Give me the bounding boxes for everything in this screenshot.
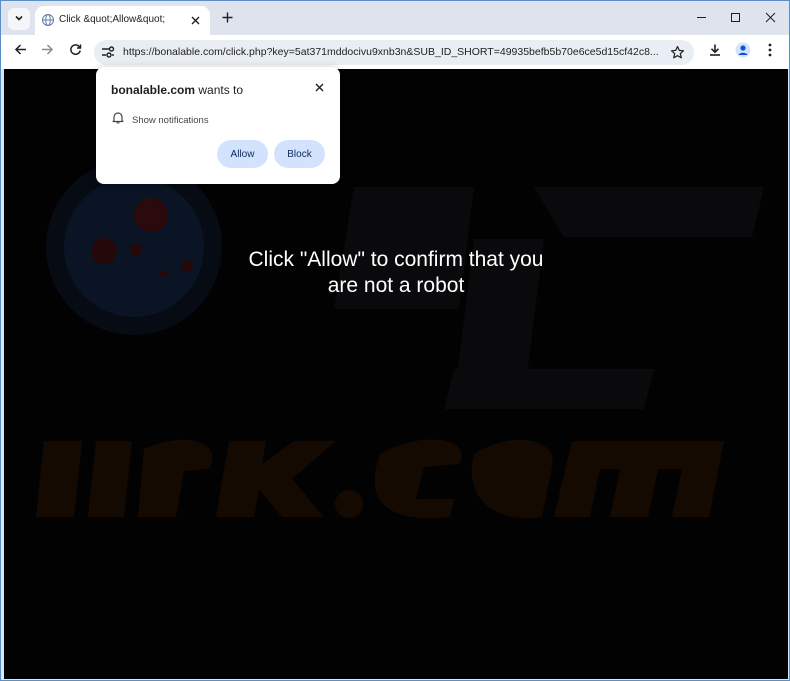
close-tab-icon[interactable] [186, 11, 204, 29]
permission-row: Show notifications [112, 112, 209, 128]
address-bar[interactable]: https://bonalable.com/click.php?key=5at3… [94, 40, 694, 65]
risk-letters [36, 439, 724, 519]
popup-close-button[interactable] [310, 79, 328, 97]
minimize-icon [696, 10, 707, 28]
new-tab-button[interactable] [217, 9, 237, 29]
profile-button[interactable] [733, 42, 753, 62]
maximize-button[interactable] [724, 9, 746, 29]
captcha-message: Click "Allow" to confirm that you are no… [248, 248, 544, 297]
bell-icon [112, 111, 124, 129]
avatar-icon [735, 42, 751, 63]
maximize-icon [730, 10, 741, 28]
bookmark-star-icon[interactable] [670, 45, 685, 60]
reload-button[interactable] [64, 41, 86, 63]
arrow-right-icon [41, 43, 54, 61]
arrow-left-icon [14, 43, 27, 61]
close-icon [315, 79, 324, 97]
globe-icon [41, 13, 55, 27]
close-window-button[interactable] [759, 9, 781, 29]
browser-window: Click &quot;Allow&quot; https://bonalabl… [0, 0, 790, 681]
block-button[interactable]: Block [274, 140, 325, 168]
permission-label: Show notifications [132, 114, 209, 126]
plus-icon [222, 10, 233, 28]
site-info-icon[interactable] [100, 45, 116, 60]
download-icon [708, 43, 722, 62]
tab-search-button[interactable] [8, 8, 30, 30]
toolbar: https://bonalable.com/click.php?key=5at3… [1, 35, 789, 69]
back-button[interactable] [9, 41, 31, 63]
active-tab[interactable]: Click &quot;Allow&quot; [35, 6, 210, 35]
chevron-down-icon [14, 10, 24, 28]
menu-button[interactable] [760, 42, 780, 62]
url-text: https://bonalable.com/click.php?key=5at3… [123, 46, 659, 58]
close-icon [765, 10, 776, 28]
forward-button[interactable] [36, 41, 58, 63]
reload-icon [69, 43, 82, 61]
allow-button[interactable]: Allow [217, 140, 268, 168]
tab-title: Click &quot;Allow&quot; [59, 14, 166, 25]
popup-title: bonalable.com wants to [111, 83, 243, 97]
minimize-button[interactable] [690, 9, 712, 29]
download-button[interactable] [705, 42, 725, 62]
tab-strip: Click &quot;Allow&quot; [1, 1, 789, 35]
magnifier-logo [46, 159, 222, 335]
notification-permission-popup: bonalable.com wants to Show notification… [96, 67, 340, 184]
popup-site: bonalable.com [111, 83, 196, 97]
popup-wants-to: wants to [195, 83, 244, 97]
kebab-menu-icon [768, 43, 772, 62]
